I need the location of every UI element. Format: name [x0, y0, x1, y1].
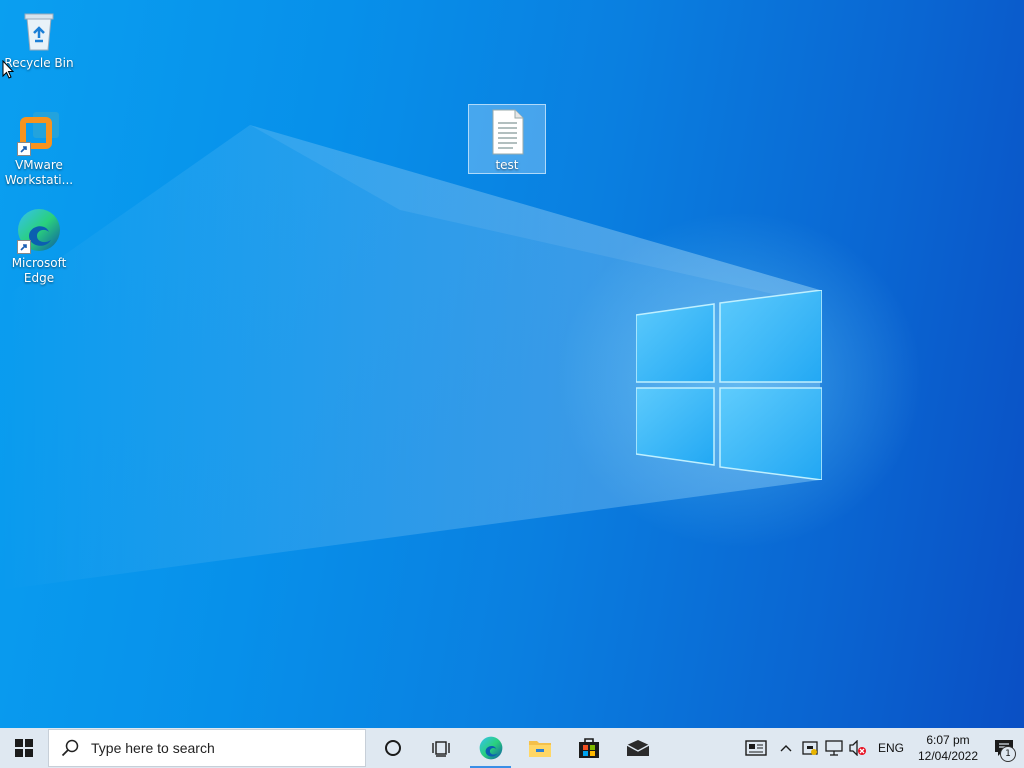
- windows-start-icon: [15, 739, 33, 757]
- desktop-icon-edge[interactable]: Microsoft Edge: [1, 206, 77, 286]
- store-icon: [578, 738, 599, 758]
- action-center-button[interactable]: 1: [984, 728, 1024, 768]
- task-view-button[interactable]: [417, 728, 466, 768]
- desktop-icon-vmware[interactable]: VMware Workstati...: [1, 108, 77, 188]
- shortcut-arrow-icon: [17, 240, 31, 254]
- task-view-icon: [431, 741, 450, 757]
- search-input[interactable]: [89, 739, 343, 757]
- cortana-icon: [384, 740, 401, 756]
- chevron-up-icon: [780, 745, 792, 752]
- news-icon: [745, 740, 767, 756]
- text-file-icon: [483, 108, 531, 156]
- security-shield-icon: [802, 741, 818, 755]
- desktop[interactable]: Recycle Bin VMware Workstati... Microsof…: [0, 0, 1024, 728]
- mail-icon: [626, 740, 649, 756]
- test-file-label: test: [495, 158, 519, 172]
- taskbar-file-explorer-button[interactable]: [515, 728, 564, 768]
- input-language-indicator[interactable]: ENG: [870, 741, 912, 755]
- windows-logo-wallpaper: [636, 290, 822, 480]
- edge-icon: [479, 736, 502, 760]
- cortana-button[interactable]: [368, 728, 417, 768]
- search-icon: [61, 739, 79, 757]
- show-hidden-icons-button[interactable]: [774, 728, 798, 768]
- volume-tray-button[interactable]: [846, 728, 870, 768]
- edge-label: Microsoft Edge: [11, 256, 67, 285]
- notification-count-badge: 1: [1000, 746, 1016, 762]
- taskbar-edge-button[interactable]: [466, 728, 515, 768]
- file-explorer-icon: [528, 741, 551, 757]
- network-icon: [825, 740, 843, 756]
- system-tray: ENG 6:07 pm 12/04/2022 1: [738, 728, 1024, 768]
- clock-time: 6:07 pm: [926, 733, 970, 747]
- network-tray-button[interactable]: [822, 728, 846, 768]
- taskbar: ENG 6:07 pm 12/04/2022 1: [0, 728, 1024, 768]
- taskbar-clock[interactable]: 6:07 pm 12/04/2022: [912, 732, 984, 764]
- vmware-label: VMware Workstati...: [4, 158, 74, 187]
- shortcut-arrow-icon: [17, 142, 31, 156]
- taskbar-mail-button[interactable]: [613, 728, 662, 768]
- vmware-icon: [15, 108, 63, 156]
- start-button[interactable]: [0, 728, 48, 768]
- desktop-icon-test-file[interactable]: test: [468, 104, 546, 174]
- taskbar-search-box[interactable]: [48, 729, 366, 767]
- clock-date: 12/04/2022: [917, 749, 979, 763]
- edge-icon: [15, 206, 63, 254]
- mouse-cursor-icon: [2, 60, 14, 79]
- taskbar-store-button[interactable]: [564, 728, 613, 768]
- volume-muted-icon: [849, 740, 866, 756]
- recycle-bin-icon: [15, 6, 63, 54]
- security-tray-button[interactable]: [798, 728, 822, 768]
- news-widget-button[interactable]: [738, 728, 774, 768]
